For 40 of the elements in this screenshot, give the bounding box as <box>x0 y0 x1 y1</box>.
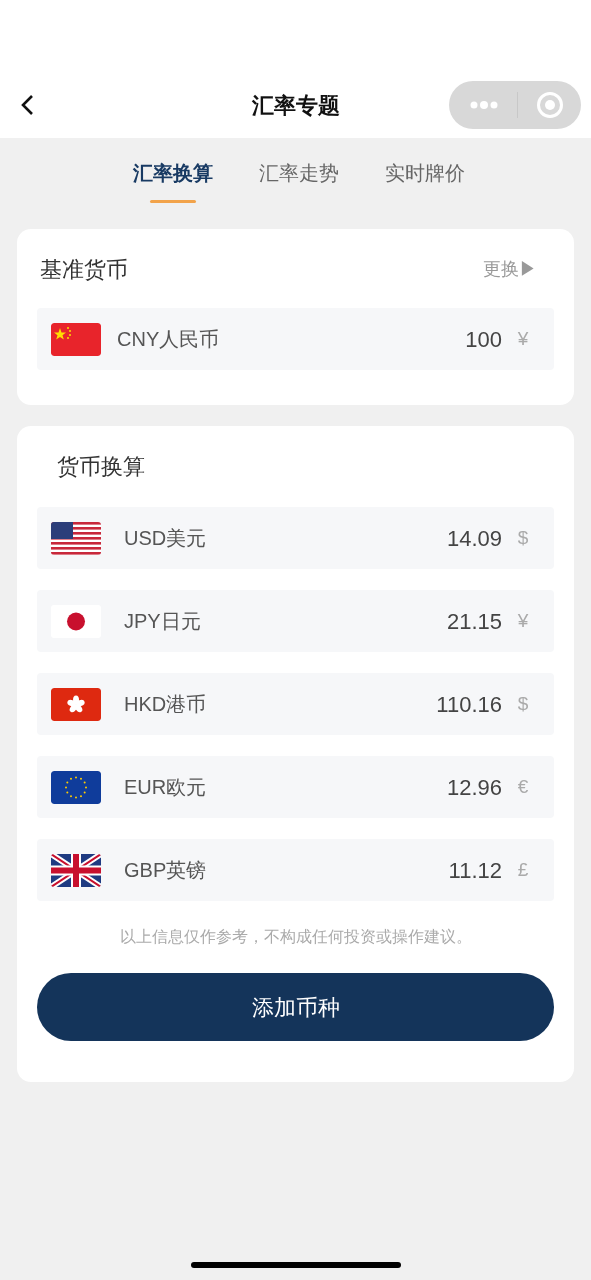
currency-row[interactable]: EUR欧元 12.96 € <box>37 756 554 818</box>
amount: 11.12 <box>448 856 502 885</box>
tab[interactable]: 汇率走势 <box>258 158 339 203</box>
currency-name: EUR欧元 <box>124 775 207 800</box>
currency-name: JPY日元 <box>124 609 201 634</box>
page-title: 汇率专题 <box>251 91 340 120</box>
flag-icon <box>51 687 101 721</box>
currency-row[interactable]: JPY日元 21.15 ¥ <box>37 590 554 652</box>
close-icon[interactable] <box>536 91 564 119</box>
flag-icon <box>51 521 101 555</box>
currency-row[interactable]: GBP英镑 11.12 £ <box>37 839 554 901</box>
currency-symbol: £ <box>516 857 530 882</box>
currency-name: USD美元 <box>124 526 207 551</box>
currency-symbol: $ <box>516 525 530 550</box>
currency-name: CNY人民币 <box>117 327 220 352</box>
tab[interactable]: 实时牌价 <box>384 158 465 203</box>
flag-icon <box>51 604 101 638</box>
currency-symbol: ¥ <box>516 326 530 351</box>
currency-symbol: $ <box>516 691 530 716</box>
amount: 14.09 <box>446 524 502 553</box>
disclaimer: 以上信息仅作参考，不构成任何投资或操作建议。 <box>118 927 473 947</box>
currency-row[interactable]: USD美元 14.09 $ <box>37 507 554 569</box>
amount: 12.96 <box>446 773 502 802</box>
currency-name: GBP英镑 <box>124 858 207 883</box>
currency-symbol: € <box>516 774 530 799</box>
currency-row[interactable]: CNY人民币 100 ¥ <box>37 308 554 370</box>
more-icon[interactable] <box>469 100 499 110</box>
currency-symbol: ¥ <box>516 608 530 633</box>
amount: 21.15 <box>446 607 502 636</box>
add-currency-button[interactable]: 添加币种 <box>37 973 554 1041</box>
currency-name: HKD港币 <box>124 692 207 717</box>
flag-icon <box>51 770 101 804</box>
currency-row[interactable]: HKD港币 110.16 $ <box>37 673 554 735</box>
amount: 110.16 <box>436 690 502 719</box>
section-title: 货币换算 <box>57 453 146 481</box>
flag-icon <box>51 322 101 356</box>
flag-icon <box>51 853 101 887</box>
amount: 100 <box>465 325 502 354</box>
tab[interactable]: 汇率换算 <box>132 158 213 203</box>
section-title: 基准货币 <box>40 256 128 284</box>
